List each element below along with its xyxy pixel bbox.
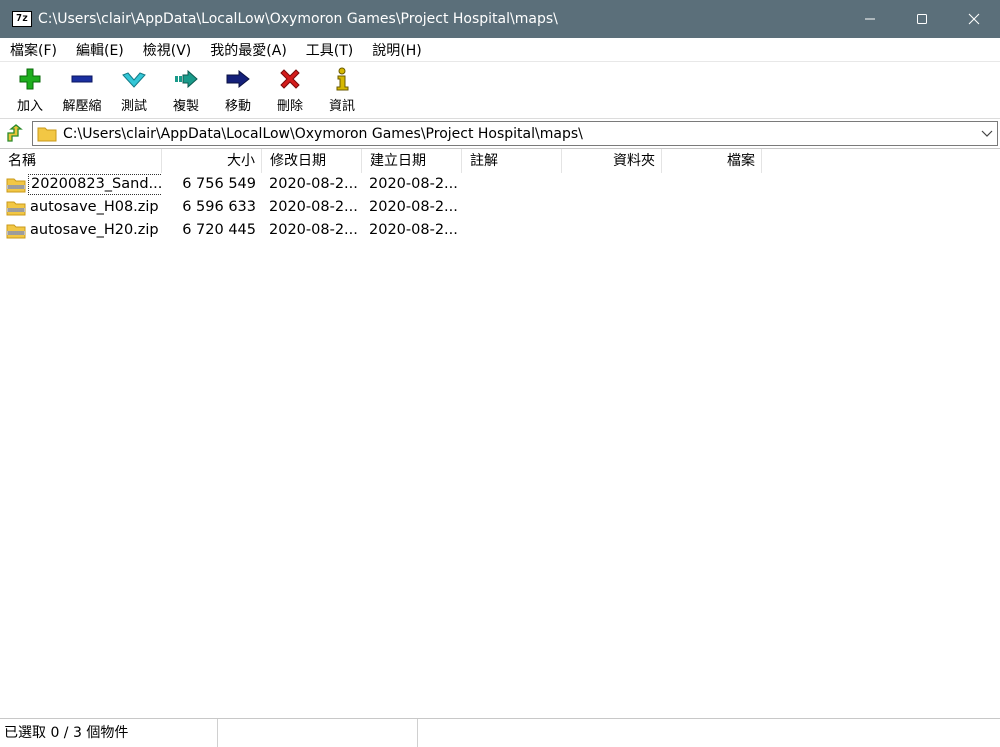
move-button[interactable]: 移動 (212, 63, 264, 115)
copy-button-label: 複製 (172, 99, 199, 114)
table-row[interactable]: 20200823_Sand... 6 756 549 2020-08-2... … (0, 173, 462, 196)
close-icon (968, 13, 980, 25)
copy-arrow-icon (174, 67, 198, 91)
file-size: 6 596 633 (182, 199, 256, 215)
column-files[interactable]: 檔案 (662, 149, 762, 173)
menu-favorites[interactable]: 我的最愛(A) (200, 40, 296, 60)
file-created: 2020-08-2... (369, 176, 458, 192)
delete-button[interactable]: 刪除 (264, 63, 316, 115)
maximize-button[interactable] (896, 0, 948, 38)
zip-file-icon (6, 224, 26, 238)
file-list[interactable]: 名稱 大小 修改日期 建立日期 註解 資料夾 檔案 20200823_Sand.… (0, 148, 1000, 718)
window-title: C:\Users\clair\AppData\LocalLow\Oxymoron… (38, 11, 558, 27)
status-panel-3 (418, 719, 1000, 747)
column-modified[interactable]: 修改日期 (262, 149, 362, 173)
move-button-label: 移動 (224, 99, 251, 114)
address-row: C:\Users\clair\AppData\LocalLow\Oxymoron… (0, 118, 1000, 148)
file-modified: 2020-08-2... (269, 176, 358, 192)
file-created: 2020-08-2... (369, 199, 458, 215)
test-button[interactable]: 測試 (108, 63, 160, 115)
info-button-label: 資訊 (328, 99, 355, 114)
check-icon (122, 67, 146, 91)
info-button[interactable]: 資訊 (316, 63, 368, 115)
copy-button[interactable]: 複製 (160, 63, 212, 115)
file-name-cell: 20200823_Sand... (0, 173, 162, 196)
column-name[interactable]: 名稱 (0, 149, 162, 173)
chevron-down-icon (981, 130, 993, 137)
title-bar: 7z C:\Users\clair\AppData\LocalLow\Oxymo… (0, 0, 1000, 38)
menu-bar: 檔案(F) 編輯(E) 檢視(V) 我的最愛(A) 工具(T) 說明(H) (0, 38, 1000, 62)
address-dropdown-button[interactable] (977, 130, 997, 138)
status-selection: 已選取 0 / 3 個物件 (0, 719, 218, 747)
address-path[interactable]: C:\Users\clair\AppData\LocalLow\Oxymoron… (63, 126, 977, 142)
column-size[interactable]: 大小 (162, 149, 262, 173)
minimize-button[interactable] (844, 0, 896, 38)
column-created[interactable]: 建立日期 (362, 149, 462, 173)
test-button-label: 測試 (120, 99, 147, 114)
table-row[interactable]: autosave_H20.zip 6 720 445 2020-08-2... … (0, 219, 462, 242)
info-icon (330, 67, 354, 91)
toolbar: 加入 解壓縮 測試 複製 移動 刪除 資訊 (0, 63, 1000, 117)
maximize-icon (917, 14, 927, 24)
window-controls (844, 0, 1000, 38)
table-row[interactable]: autosave_H08.zip 6 596 633 2020-08-2... … (0, 196, 462, 219)
column-comment[interactable]: 註解 (462, 149, 562, 173)
menu-view[interactable]: 檢視(V) (133, 40, 201, 60)
file-modified: 2020-08-2... (269, 199, 358, 215)
menu-edit[interactable]: 編輯(E) (66, 40, 133, 60)
up-folder-icon (7, 124, 23, 142)
file-created: 2020-08-2... (369, 222, 458, 238)
up-folder-button[interactable] (4, 123, 24, 143)
folder-icon (37, 127, 57, 141)
zip-file-icon (6, 178, 26, 192)
minimize-icon (865, 18, 875, 20)
file-name-cell: autosave_H08.zip (0, 196, 162, 219)
status-bar: 已選取 0 / 3 個物件 (0, 718, 1000, 747)
file-name: 20200823_Sand... (28, 174, 162, 195)
plus-icon (18, 67, 42, 91)
minus-icon (70, 67, 94, 91)
file-size: 6 720 445 (182, 222, 256, 238)
add-button[interactable]: 加入 (4, 63, 56, 115)
extract-button-label: 解壓縮 (62, 99, 102, 114)
file-rows: 20200823_Sand... 6 756 549 2020-08-2... … (0, 173, 462, 242)
file-name: autosave_H20.zip (30, 222, 159, 238)
menu-file[interactable]: 檔案(F) (0, 40, 66, 60)
app-7zip-icon: 7z (12, 11, 32, 27)
file-modified: 2020-08-2... (269, 222, 358, 238)
address-bar[interactable]: C:\Users\clair\AppData\LocalLow\Oxymoron… (32, 121, 998, 146)
menu-tools[interactable]: 工具(T) (296, 40, 362, 60)
move-arrow-icon (226, 67, 250, 91)
file-size: 6 756 549 (182, 176, 256, 192)
zip-file-icon (6, 201, 26, 215)
file-name-cell: autosave_H20.zip (0, 219, 162, 242)
add-button-label: 加入 (16, 99, 43, 114)
file-name: autosave_H08.zip (30, 199, 159, 215)
column-headers: 名稱 大小 修改日期 建立日期 註解 資料夾 檔案 (0, 149, 762, 173)
extract-button[interactable]: 解壓縮 (56, 63, 108, 115)
delete-x-icon (278, 67, 302, 91)
menu-help[interactable]: 說明(H) (362, 40, 430, 60)
close-button[interactable] (948, 0, 1000, 38)
column-folders[interactable]: 資料夾 (562, 149, 662, 173)
status-panel-2 (218, 719, 418, 747)
delete-button-label: 刪除 (276, 99, 303, 114)
